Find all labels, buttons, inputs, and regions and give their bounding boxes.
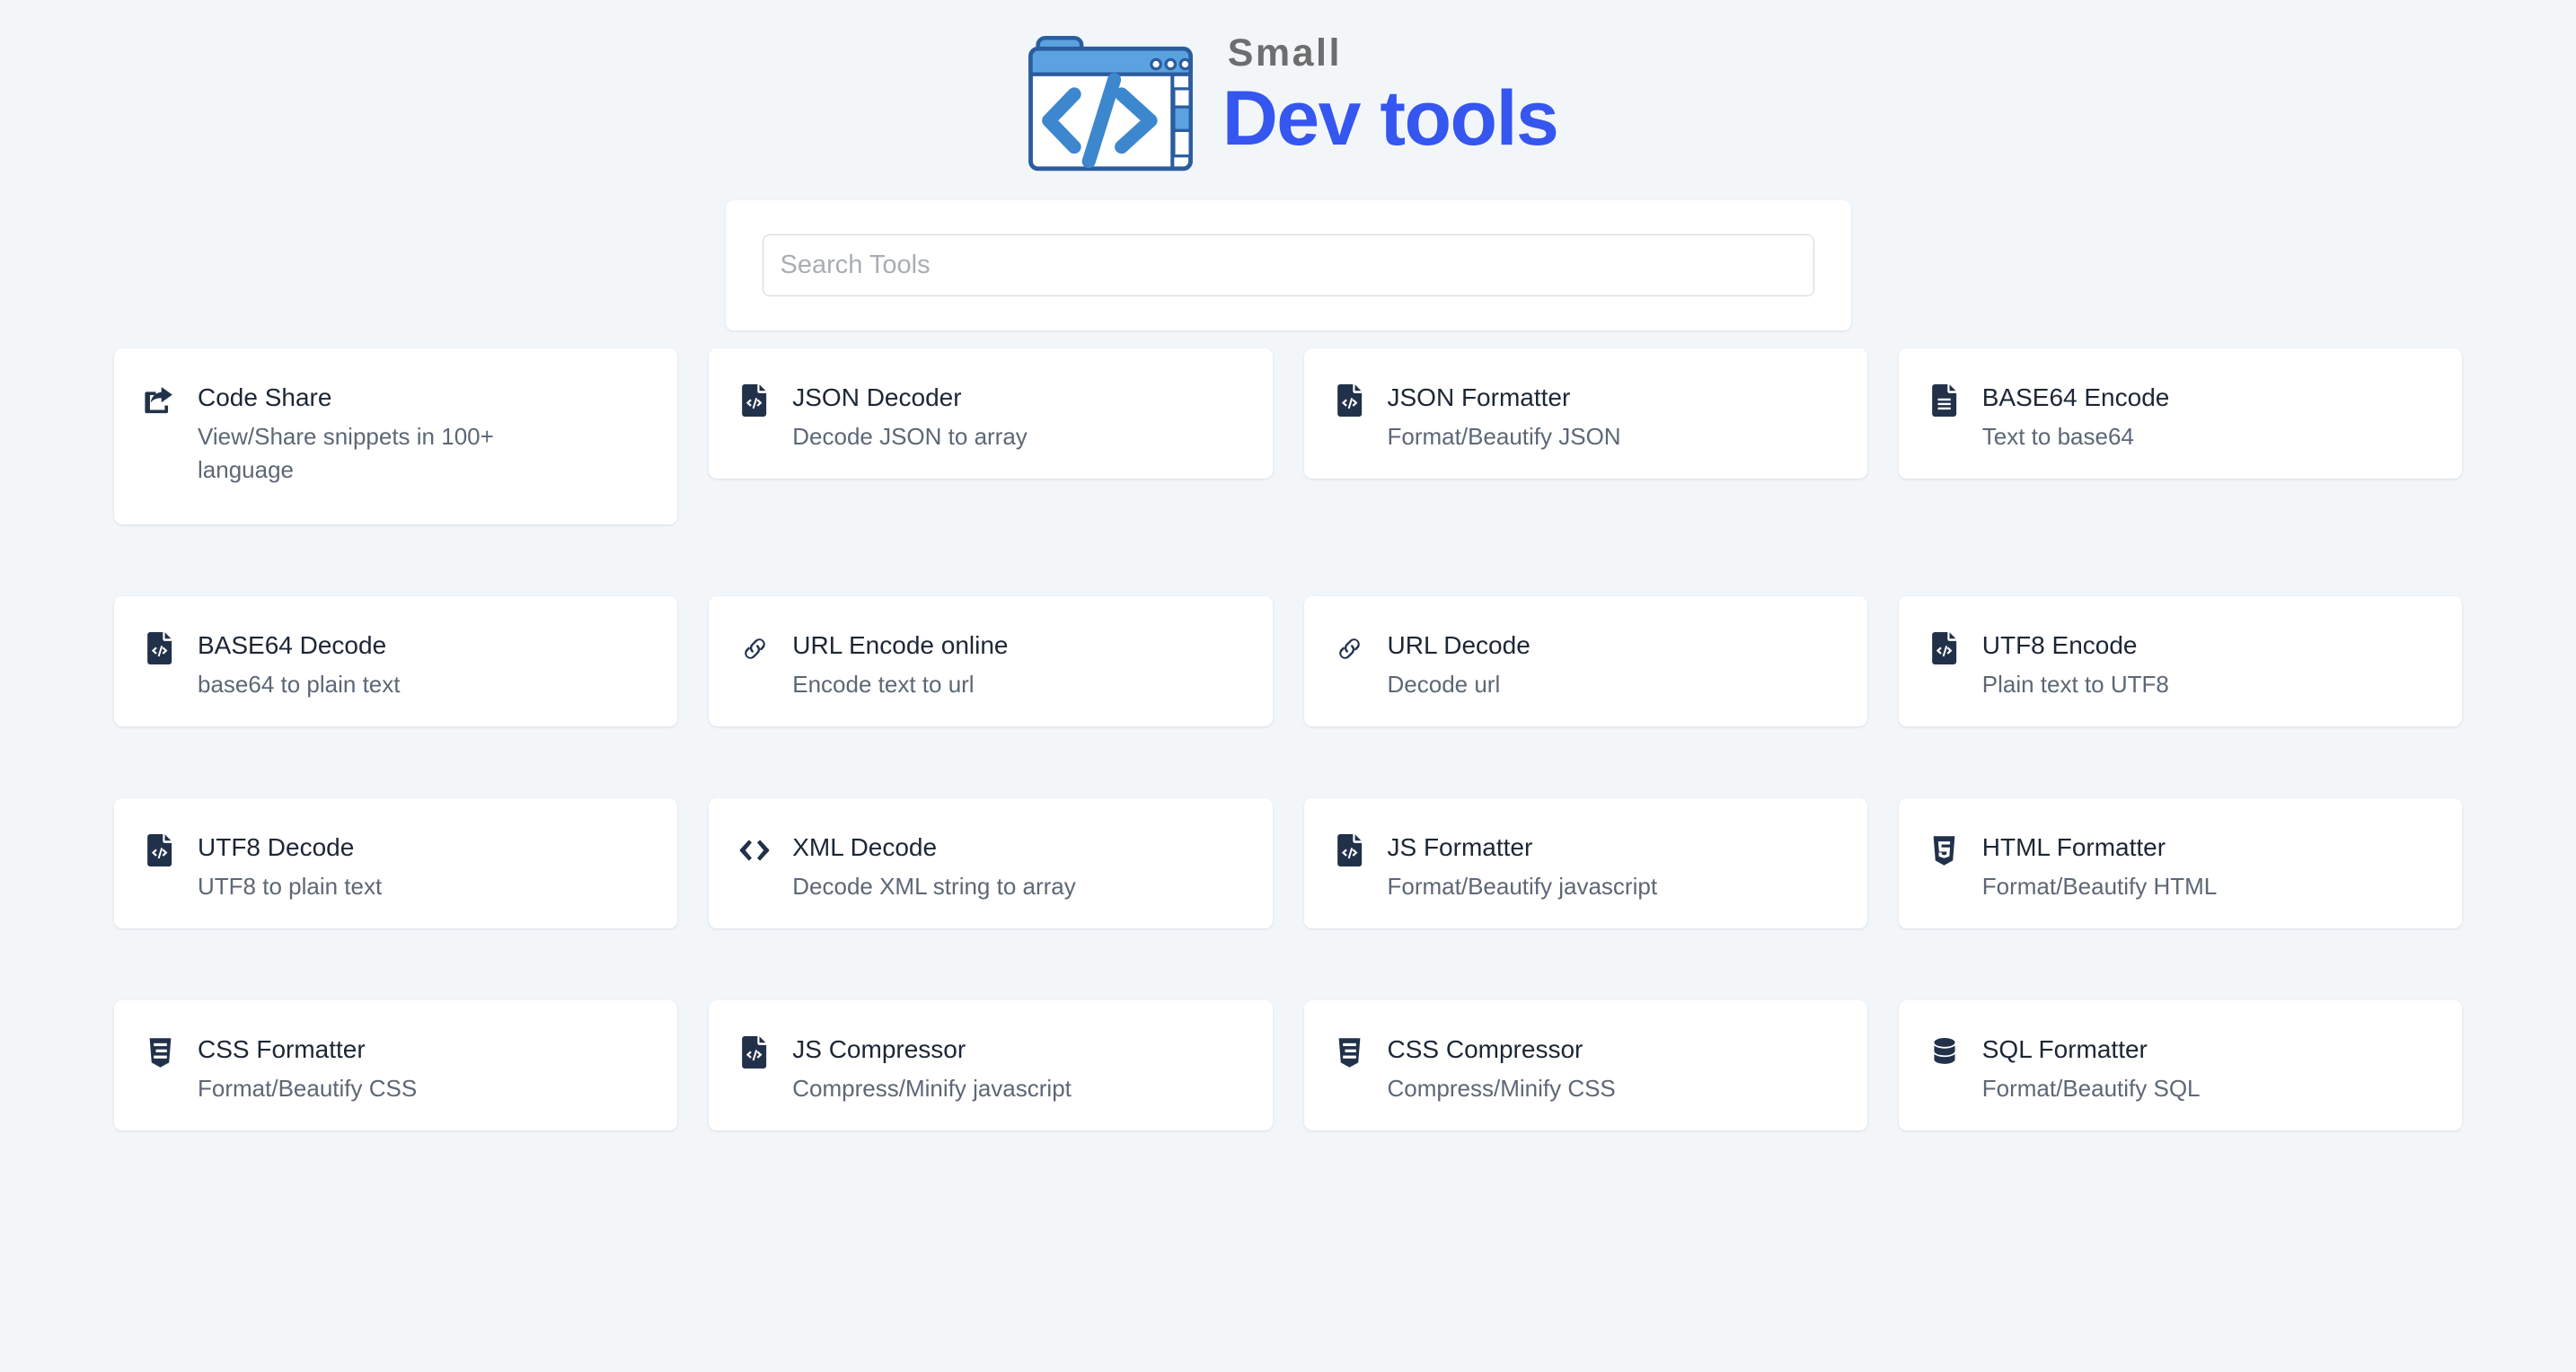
tool-description: Compress/Minify javascript (792, 1074, 1072, 1102)
tool-description: base64 to plain text (198, 670, 401, 698)
tool-description: Format/Beautify JSON (1387, 422, 1621, 450)
tool-title: URL Decode (1387, 631, 1531, 659)
css3-shield-icon (145, 1035, 175, 1069)
tool-card[interactable]: HTML Formatter Format/Beautify HTML (1898, 798, 2462, 928)
tool-card[interactable]: BASE64 Decode base64 to plain text (114, 596, 678, 726)
css3-shield-icon (1335, 1035, 1365, 1069)
file-code-icon (1929, 631, 1960, 665)
tool-card[interactable]: UTF8 Decode UTF8 to plain text (114, 798, 678, 928)
tool-title: JSON Decoder (792, 383, 962, 411)
tool-text: JS Compressor Compress/Minify javascript (792, 1034, 1072, 1105)
tool-title: JSON Formatter (1387, 383, 1571, 411)
tool-card[interactable]: URL Decode Decode url (1303, 596, 1867, 726)
file-code-icon (145, 833, 175, 867)
tool-title: BASE64 Decode (198, 631, 387, 659)
file-lines-icon (1929, 383, 1960, 418)
tool-text: BASE64 Decode base64 to plain text (198, 630, 401, 701)
tool-description: Decode XML string to array (792, 872, 1076, 900)
tool-text: Code Share View/Share snippets in 100+ la… (198, 383, 584, 487)
tool-title: JS Compressor (792, 1035, 966, 1063)
tool-text: XML Decode Decode XML string to array (792, 832, 1076, 903)
search-input[interactable] (762, 234, 1814, 296)
tool-title: CSS Compressor (1387, 1035, 1584, 1063)
tool-title: HTML Formatter (1981, 833, 2166, 861)
tool-card[interactable]: CSS Compressor Compress/Minify CSS (1303, 1000, 1867, 1130)
tool-description: UTF8 to plain text (198, 872, 383, 900)
database-icon (1929, 1035, 1960, 1069)
file-code-icon (739, 1035, 770, 1069)
code-brackets-icon (739, 833, 770, 867)
link-icon (1335, 631, 1365, 665)
tool-title: JS Formatter (1387, 833, 1533, 861)
tool-card[interactable]: URL Encode online Encode text to url (709, 596, 1273, 726)
tool-title: BASE64 Encode (1981, 383, 2170, 411)
tool-card[interactable]: CSS Formatter Format/Beautify CSS (114, 1000, 678, 1130)
link-icon (739, 631, 770, 665)
search-panel (725, 200, 1851, 330)
tool-description: Compress/Minify CSS (1387, 1074, 1616, 1102)
tool-title: URL Encode online (792, 631, 1009, 659)
brand-logo[interactable]: Small Dev tools (1019, 20, 1559, 180)
tool-text: CSS Formatter Format/Beautify CSS (198, 1034, 417, 1105)
tool-card[interactable]: JSON Decoder Decode JSON to array (709, 348, 1273, 479)
file-code-icon (1335, 383, 1365, 418)
tool-card[interactable]: UTF8 Encode Plain text to UTF8 (1898, 596, 2462, 726)
tool-title: UTF8 Encode (1981, 631, 2138, 659)
tool-text: JSON Formatter Format/Beautify JSON (1388, 383, 1621, 453)
tool-card[interactable]: JSON Formatter Format/Beautify JSON (1303, 348, 1867, 479)
tool-description: Format/Beautify javascript (1387, 872, 1658, 900)
tool-text: JSON Decoder Decode JSON to array (792, 383, 1028, 453)
search-section (0, 200, 2576, 330)
tool-card[interactable]: JS Formatter Format/Beautify javascript (1303, 798, 1867, 928)
tool-title: CSS Formatter (198, 1035, 366, 1063)
file-code-icon (739, 383, 770, 418)
code-window-folder-logo-icon (1019, 20, 1203, 180)
file-code-icon (145, 631, 175, 665)
tool-text: SQL Formatter Format/Beautify SQL (1982, 1034, 2201, 1105)
tool-description: Text to base64 (1981, 422, 2134, 450)
tool-card[interactable]: Code Share View/Share snippets in 100+ la… (114, 348, 678, 524)
tool-description: Encode text to url (792, 670, 975, 698)
html5-shield-icon (1929, 833, 1960, 867)
tool-description: Plain text to UTF8 (1981, 670, 2169, 698)
tool-description: View/Share snippets in 100+ language (198, 422, 494, 483)
tool-card[interactable]: BASE64 Encode Text to base64 (1898, 348, 2462, 479)
tool-text: CSS Compressor Compress/Minify CSS (1388, 1034, 1616, 1105)
tool-description: Format/Beautify HTML (1981, 872, 2218, 900)
tool-title: UTF8 Decode (198, 833, 355, 861)
tool-description: Decode url (1387, 670, 1501, 698)
tool-text: URL Encode online Encode text to url (792, 630, 1008, 701)
tool-card[interactable]: JS Compressor Compress/Minify javascript (709, 1000, 1273, 1130)
tool-title: SQL Formatter (1981, 1035, 2148, 1063)
share-square-icon (145, 383, 175, 418)
tool-description: Format/Beautify CSS (198, 1074, 418, 1102)
brand-wordmark: Small Dev tools (1222, 31, 1559, 164)
tool-title: Code Share (198, 383, 332, 411)
tool-text: BASE64 Encode Text to base64 (1982, 383, 2170, 453)
tool-card[interactable]: SQL Formatter Format/Beautify SQL (1898, 1000, 2462, 1130)
tool-description: Decode JSON to array (792, 422, 1028, 450)
tools-grid: Code Share View/Share snippets in 100+ la… (114, 348, 2462, 1202)
tool-text: UTF8 Encode Plain text to UTF8 (1982, 630, 2169, 701)
tool-card[interactable]: XML Decode Decode XML string to array (709, 798, 1273, 928)
tool-text: JS Formatter Format/Beautify javascript (1388, 832, 1658, 903)
site-header: Small Dev tools (0, 0, 2576, 180)
file-code-icon (1335, 833, 1365, 867)
brand-small-word: Small (1227, 31, 1342, 75)
tool-text: URL Decode Decode url (1388, 630, 1531, 701)
tool-text: HTML Formatter Format/Beautify HTML (1982, 832, 2218, 903)
tool-description: Format/Beautify SQL (1981, 1074, 2201, 1102)
tool-text: UTF8 Decode UTF8 to plain text (198, 832, 382, 903)
tool-title: XML Decode (792, 833, 938, 861)
brand-main-word: Dev tools (1222, 75, 1559, 163)
